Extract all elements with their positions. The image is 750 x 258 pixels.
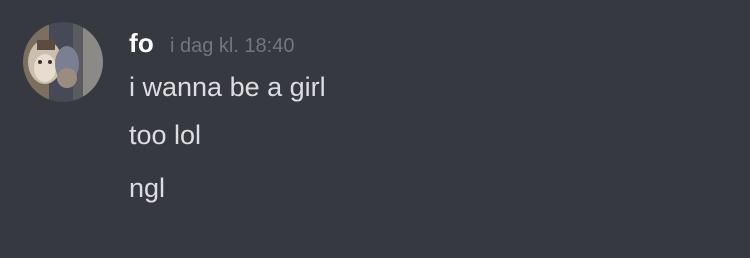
message-group: fo i dag kl. 18:40 i wanna be a girl too…	[0, 0, 750, 258]
message-line: i wanna be a girl	[129, 72, 326, 102]
message-line: too lol	[129, 120, 202, 150]
user-avatar[interactable]	[23, 22, 103, 102]
timestamp: i dag kl. 18:40	[169, 35, 295, 57]
message-header: fo i dag kl. 18:40	[129, 28, 294, 62]
username[interactable]: fo	[129, 28, 154, 59]
message-line: ngl	[129, 173, 166, 203]
avatar-image	[23, 22, 103, 102]
